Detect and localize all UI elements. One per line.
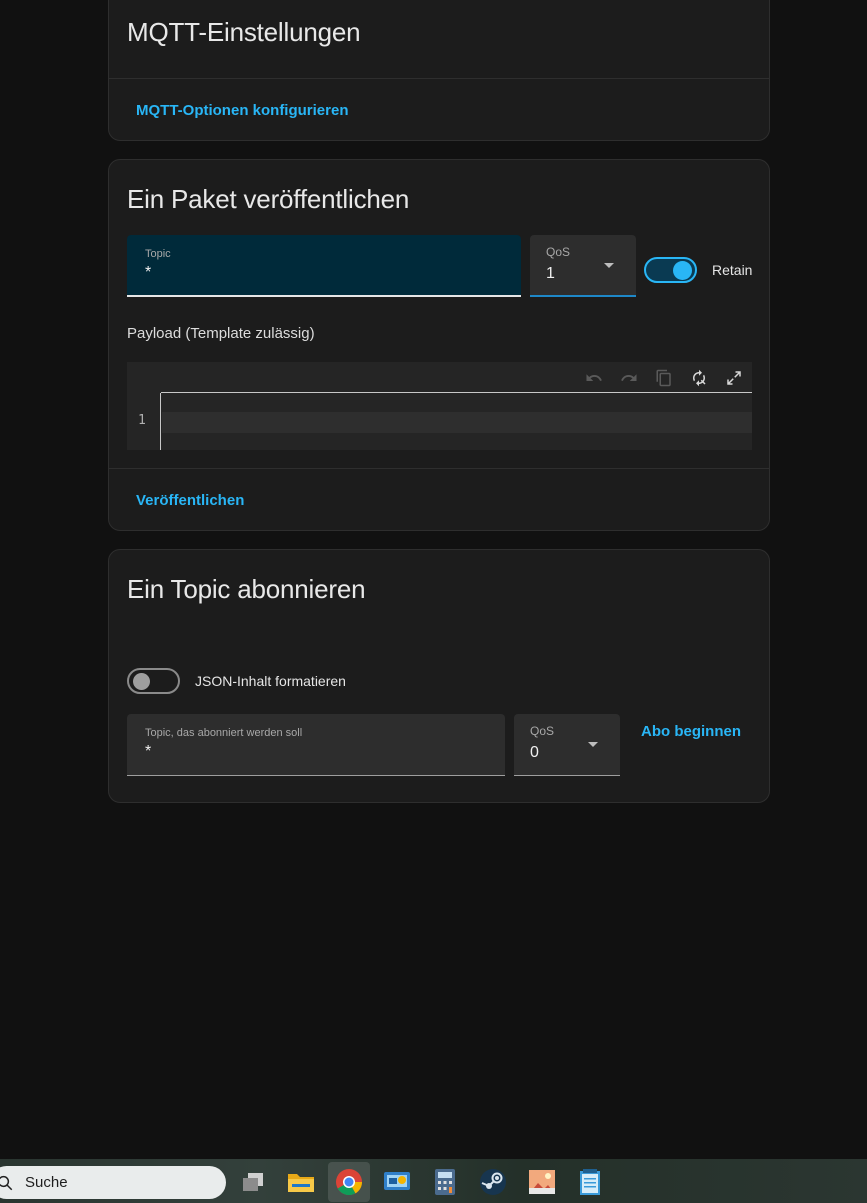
divider xyxy=(109,78,769,79)
subscribe-topic-value: * xyxy=(145,743,152,760)
subscribe-topic-input[interactable]: Topic, das abonniert werden soll * xyxy=(127,714,505,776)
taskbar-search-label: Suche xyxy=(25,1174,68,1191)
copy-icon[interactable] xyxy=(654,368,674,388)
publish-topic-value: * xyxy=(145,264,152,281)
publish-qos-label: QoS xyxy=(546,245,571,259)
subscribe-qos-value: 0 xyxy=(530,744,539,761)
divider xyxy=(109,468,769,469)
search-icon xyxy=(0,1175,13,1191)
redo-icon[interactable] xyxy=(619,368,639,388)
editor-gutter: 1 xyxy=(127,393,161,450)
format-json-label: JSON-Inhalt formatieren xyxy=(195,673,346,689)
taskbar-search[interactable]: Suche xyxy=(0,1166,226,1199)
publish-card: Ein Paket veröffentlichen Topic * QoS 1 … xyxy=(108,159,770,531)
switch-knob xyxy=(673,261,692,280)
chevron-down-icon xyxy=(588,742,598,747)
editor-active-line[interactable] xyxy=(162,412,752,433)
subscribe-topic-label: Topic, das abonniert werden soll xyxy=(145,727,303,739)
chrome-icon[interactable] xyxy=(334,1167,364,1197)
publish-topic-label: Topic xyxy=(145,248,171,260)
task-view-icon[interactable] xyxy=(238,1167,268,1197)
mqtt-settings-card: MQTT-Einstellungen MQTT-Optionen konfigu… xyxy=(108,0,770,141)
publish-qos-value: 1 xyxy=(546,265,555,282)
publish-topic-input[interactable]: Topic * xyxy=(127,235,521,297)
payload-editor[interactable]: 1 xyxy=(127,362,752,450)
retain-switch[interactable] xyxy=(644,257,697,283)
subscribe-qos-select[interactable]: QoS 0 xyxy=(514,714,620,776)
fullscreen-icon[interactable] xyxy=(724,368,744,388)
editor-toolbar xyxy=(161,362,752,393)
publish-qos-select[interactable]: QoS 1 xyxy=(530,235,636,297)
payload-label: Payload (Template zulässig) xyxy=(127,325,315,342)
publish-button[interactable]: Veröffentlichen xyxy=(136,492,244,509)
wrap-text-icon[interactable] xyxy=(689,368,709,388)
line-number: 1 xyxy=(138,413,146,428)
configure-mqtt-options-button[interactable]: MQTT-Optionen konfigurieren xyxy=(136,102,349,119)
retain-label: Retain xyxy=(712,262,753,278)
mqtt-settings-title: MQTT-Einstellungen xyxy=(127,17,361,47)
switch-knob xyxy=(133,673,150,690)
taskbar: Suche xyxy=(0,1159,867,1203)
calculator-icon[interactable] xyxy=(430,1167,460,1197)
photos-icon[interactable] xyxy=(527,1167,557,1197)
notepad-icon[interactable] xyxy=(575,1167,605,1197)
publish-title: Ein Paket veröffentlichen xyxy=(127,184,410,214)
control-panel-icon[interactable] xyxy=(382,1167,412,1197)
subscribe-title: Ein Topic abonnieren xyxy=(127,574,366,604)
subscribe-card: Ein Topic abonnieren JSON-Inhalt formati… xyxy=(108,549,770,803)
chevron-down-icon xyxy=(604,263,614,268)
start-subscription-button[interactable]: Abo beginnen xyxy=(641,723,741,740)
format-json-switch[interactable] xyxy=(127,668,180,694)
steam-icon[interactable] xyxy=(478,1167,508,1197)
undo-icon[interactable] xyxy=(584,368,604,388)
subscribe-qos-label: QoS xyxy=(530,724,555,738)
file-explorer-icon[interactable] xyxy=(286,1167,316,1197)
